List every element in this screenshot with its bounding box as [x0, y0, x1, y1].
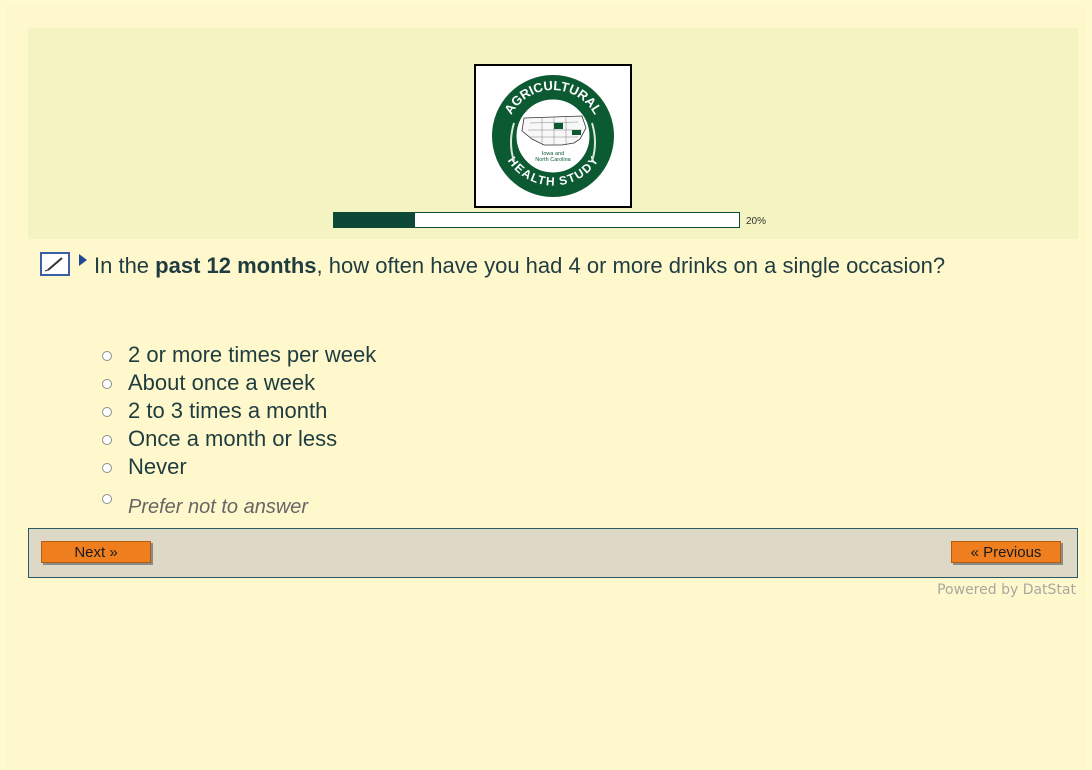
question-emphasis: past 12 months [155, 253, 317, 278]
progress-bar [333, 212, 740, 228]
question-prefix: In the [94, 253, 156, 278]
option-2-to-3-times-a-month[interactable]: 2 to 3 times a month [102, 397, 376, 425]
option-once-a-month-or-less[interactable]: Once a month or less [102, 425, 376, 453]
navigation-bar: Next » « Previous [28, 528, 1078, 578]
radio-button[interactable] [102, 462, 112, 473]
powered-by-footer: Powered by DatStat [937, 582, 1076, 598]
edit-pencil-icon[interactable] [40, 252, 70, 276]
study-logo: AGRICULTURAL HEALTH STUDY Iowa and North… [474, 64, 632, 208]
next-button[interactable]: Next » [41, 541, 151, 563]
option-about-once-a-week[interactable]: About once a week [102, 369, 376, 397]
radio-button[interactable] [102, 378, 112, 389]
radio-button[interactable] [102, 350, 112, 361]
previous-button[interactable]: « Previous [951, 541, 1061, 563]
option-never[interactable]: Never [102, 453, 376, 481]
option-label: Prefer not to answer [128, 496, 309, 518]
option-label: Once a month or less [128, 426, 338, 451]
radio-button[interactable] [102, 494, 112, 504]
question-suffix: , how often have you had 4 or more drink… [316, 253, 946, 278]
radio-button[interactable] [102, 406, 112, 417]
progress-fill [334, 213, 415, 227]
progress-label: 20% [746, 216, 767, 227]
question-arrow-icon [79, 254, 87, 266]
option-label: About once a week [128, 370, 316, 395]
radio-button[interactable] [102, 434, 112, 445]
option-2-or-more-per-week[interactable]: 2 or more times per week [102, 341, 376, 369]
option-label: 2 or more times per week [128, 342, 377, 367]
answer-options: 2 or more times per week About once a we… [102, 341, 376, 481]
logo-inner-text-2: North Carolina [535, 157, 571, 163]
question-text: In the past 12 months, how often have yo… [94, 252, 1024, 280]
option-prefer-not-to-answer[interactable]: Prefer not to answer [102, 490, 308, 522]
option-label: Never [128, 454, 187, 479]
option-label: 2 to 3 times a month [128, 398, 328, 423]
